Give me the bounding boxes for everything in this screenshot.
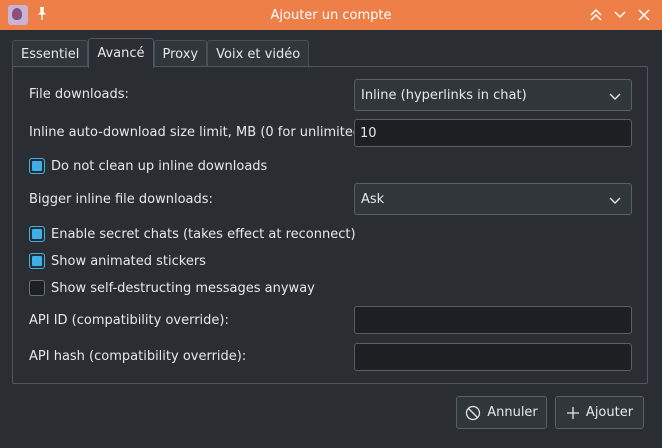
add-button-label: Ajouter bbox=[585, 405, 634, 420]
title-bar[interactable]: Ajouter un compte bbox=[0, 0, 662, 30]
no-cleanup-label: Do not clean up inline downloads bbox=[51, 158, 268, 174]
inline-limit-label: Inline auto-download size limit, MB (0 f… bbox=[29, 125, 371, 140]
advanced-settings-panel bbox=[12, 66, 648, 384]
chevron-down-icon[interactable] bbox=[612, 7, 628, 23]
tab-avance[interactable]: Avancé bbox=[88, 38, 154, 68]
pin-icon[interactable] bbox=[35, 6, 49, 22]
api-hash-input[interactable] bbox=[354, 343, 632, 371]
no-cleanup-checkbox[interactable]: Do not clean up inline downloads bbox=[29, 158, 267, 174]
self-destruct-checkbox[interactable]: Show self-destructing messages anyway bbox=[29, 280, 315, 296]
bigger-downloads-value: Ask bbox=[361, 191, 385, 207]
file-downloads-select[interactable]: Inline (hyperlinks in chat) bbox=[354, 79, 632, 111]
tab-proxy[interactable]: Proxy bbox=[153, 40, 208, 67]
checkbox-box[interactable] bbox=[29, 158, 45, 174]
secret-chats-label: Enable secret chats (takes effect at rec… bbox=[51, 226, 356, 242]
tab-essentiel[interactable]: Essentiel bbox=[12, 40, 89, 67]
animated-stickers-label: Show animated stickers bbox=[51, 253, 206, 269]
add-button[interactable]: Ajouter bbox=[555, 396, 644, 429]
chevron-down-icon bbox=[609, 93, 621, 100]
cancel-button[interactable]: Annuler bbox=[456, 396, 547, 429]
cancel-circle-icon bbox=[466, 405, 481, 420]
api-id-input[interactable] bbox=[354, 306, 632, 334]
close-icon[interactable] bbox=[636, 7, 652, 23]
plus-icon bbox=[566, 406, 579, 419]
animated-stickers-checkbox[interactable]: Show animated stickers bbox=[29, 253, 206, 269]
api-hash-label: API hash (compatibility override): bbox=[29, 349, 247, 364]
chevrons-up-icon[interactable] bbox=[588, 7, 604, 23]
bigger-downloads-select[interactable]: Ask bbox=[354, 183, 632, 215]
tab-bar: Essentiel Avancé Proxy Voix et vidéo bbox=[12, 38, 310, 68]
bigger-downloads-label: Bigger inline file downloads: bbox=[29, 192, 213, 207]
inline-limit-value: 10 bbox=[360, 125, 377, 141]
tab-voix-video[interactable]: Voix et vidéo bbox=[207, 40, 310, 67]
checkbox-box[interactable] bbox=[29, 226, 45, 242]
checkbox-box[interactable] bbox=[29, 280, 45, 296]
app-avatar-icon bbox=[8, 5, 28, 25]
checkbox-box[interactable] bbox=[29, 253, 45, 269]
inline-limit-input[interactable]: 10 bbox=[354, 119, 632, 147]
window-title: Ajouter un compte bbox=[270, 7, 392, 23]
secret-chats-checkbox[interactable]: Enable secret chats (takes effect at rec… bbox=[29, 226, 356, 242]
cancel-button-label: Annuler bbox=[487, 405, 538, 420]
file-downloads-label: File downloads: bbox=[29, 87, 129, 102]
file-downloads-value: Inline (hyperlinks in chat) bbox=[361, 87, 527, 103]
self-destruct-label: Show self-destructing messages anyway bbox=[51, 280, 315, 296]
chevron-down-icon bbox=[609, 197, 621, 204]
api-id-label: API ID (compatibility override): bbox=[29, 313, 229, 328]
